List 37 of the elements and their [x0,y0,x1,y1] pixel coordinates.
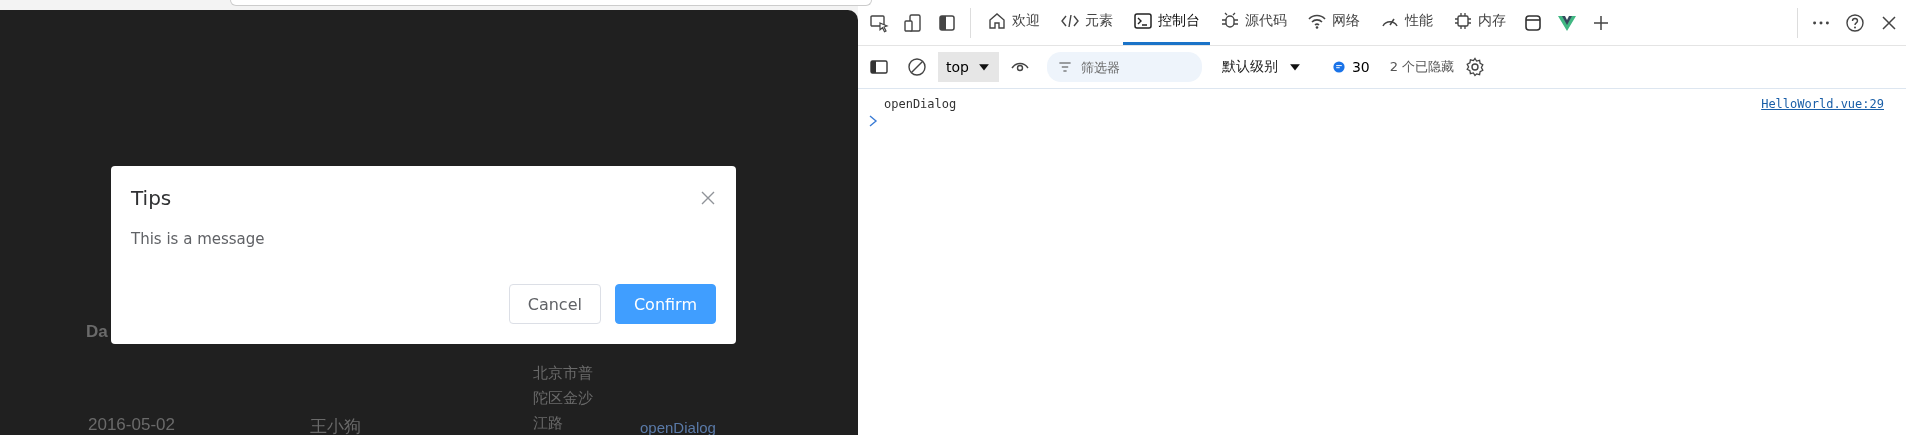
message-icon [1331,60,1346,74]
close-button[interactable] [700,190,716,206]
settings-icon [1465,57,1486,77]
home-icon [987,11,1007,31]
devtools-tab[interactable]: 欢迎 [977,0,1050,45]
help-icon [1845,12,1865,33]
table-cell: 2016-05-02 [88,415,175,435]
terminal-icon [1133,11,1153,31]
context-dropdown[interactable]: top [938,52,999,82]
close-icon [701,191,715,205]
window-icon [1523,12,1543,33]
device-toggle-icon [903,12,923,33]
more-icon [1813,20,1829,25]
table-header: Da [86,322,108,342]
log-level-dropdown[interactable]: 默认级别 [1215,57,1308,77]
chip-icon [1453,11,1473,31]
dock-icon [937,12,957,33]
inspect-icon [869,12,889,33]
devtools-tab[interactable]: 内存 [1443,0,1516,45]
message-count[interactable]: 30 [1325,58,1376,76]
devtools-tab[interactable]: 性能 [1370,0,1443,45]
devtools-tab[interactable]: 网络 [1297,0,1370,45]
filter-field[interactable]: 筛选器 [1046,52,1202,82]
console-message: openDialog [884,97,957,111]
hidden-count: 2 个已隐藏 [1389,58,1455,76]
devtools-tab[interactable]: 源代码 [1210,0,1297,45]
show-sidebar-icon [869,57,889,77]
dialog-message: This is a message [131,230,266,248]
cancel-button[interactable]: Cancel [508,284,601,324]
clear-console-icon [907,57,927,77]
devtools-tab[interactable]: 元素 [1050,0,1123,45]
table-cell-text: 北京市普陀区金沙江路 [533,363,594,433]
source-link[interactable]: HelloWorld.vue:29 [1761,97,1884,111]
prompt-icon [868,115,878,127]
dialog-title: Tips [131,186,172,210]
table-cell-text: 王小狗 [310,416,361,435]
bug-icon [1220,11,1240,31]
